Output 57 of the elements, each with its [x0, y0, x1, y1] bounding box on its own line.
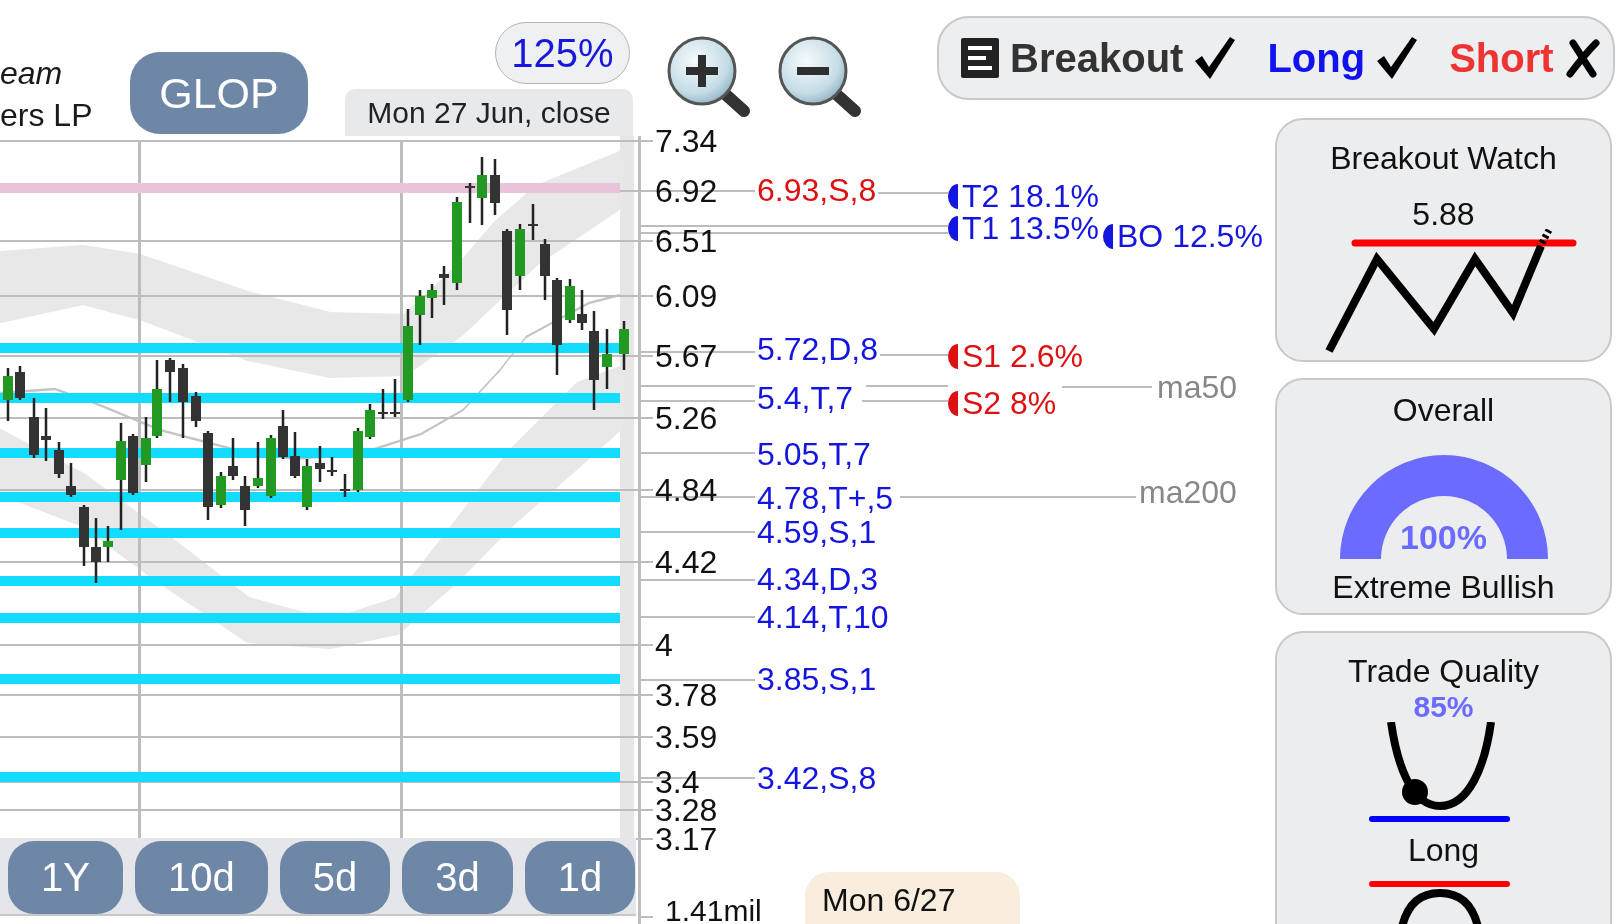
price-label: 3.17 [655, 825, 718, 853]
level-label: 6.93,S,8 [757, 175, 877, 205]
list-icon [961, 38, 999, 78]
card-value: 5.88 [1412, 199, 1475, 229]
range-button[interactable]: 10d [134, 841, 268, 914]
price-label: 6.92 [655, 177, 718, 205]
level-label: 3.85,S,1 [757, 664, 877, 694]
price-label: 4.42 [655, 548, 718, 576]
level-label: 5.05,T,7 [757, 439, 871, 469]
price-label: 3.78 [655, 681, 718, 709]
arch-icon [1367, 880, 1512, 924]
range-button[interactable]: 1Y [8, 841, 123, 914]
price-label: 3.59 [655, 723, 718, 751]
level-label: 4.14,T,10 [757, 602, 889, 632]
date-label: Mon 27 Jun, close [345, 89, 633, 136]
signal-label: Breakout [1010, 35, 1184, 81]
signal-label: Long [1267, 35, 1366, 81]
ticker-button[interactable]: GLOP [130, 52, 308, 134]
card-value: 100% [1400, 520, 1487, 554]
card-caption: Long [1407, 833, 1480, 867]
level-label: 5.72,D,8 [757, 334, 878, 364]
price-label: 6.51 [655, 227, 718, 255]
price-label: 6.09 [655, 282, 718, 310]
target-label: T2 18.1% [962, 181, 1099, 211]
level-label: 4.34,D,3 [757, 564, 878, 594]
level-label: 4.59,S,1 [757, 517, 877, 547]
target-label: S1 2.6% [962, 341, 1083, 371]
price-label: 3.28 [655, 796, 718, 824]
level-label: 3.42,S,8 [757, 763, 877, 793]
price-label: 5.67 [655, 342, 718, 370]
target-label: T1 13.5% [962, 213, 1099, 243]
target-label: BO 12.5% [1117, 221, 1263, 251]
card-title: Trade Quality [1348, 652, 1539, 690]
range-button[interactable]: 3d [402, 841, 513, 914]
price-label: 5.26 [655, 404, 718, 432]
price-label: 4.84 [655, 476, 718, 504]
average-label: ma50 [1157, 372, 1238, 402]
price-label: 7.34 [655, 127, 718, 155]
price-label: 4 [655, 631, 673, 659]
target-label: S2 8% [962, 388, 1057, 418]
card-title: Breakout Watch [1330, 139, 1557, 177]
zoom-level-badge: 125% [495, 22, 630, 84]
level-label: 5.4,T,7 [757, 383, 854, 413]
level-label: 4.78,T+,5 [757, 483, 894, 513]
card-title: Overall [1392, 391, 1495, 429]
signal-label: Short [1449, 35, 1554, 81]
company-subtitle: ers LP [0, 96, 93, 135]
range-button[interactable]: 5d [279, 841, 391, 914]
card-caption: Extreme Bullish [1332, 570, 1555, 604]
date-tag: Mon 6/27 [805, 872, 1020, 924]
volume-label: 1.41mil [665, 898, 762, 924]
u-curve-icon [1367, 722, 1512, 823]
card-value: 85% [1413, 692, 1474, 722]
price-label: 3.4 [655, 768, 700, 796]
average-label: ma200 [1139, 477, 1237, 507]
company-name: eam [0, 54, 63, 93]
range-button[interactable]: 1d [524, 841, 636, 914]
